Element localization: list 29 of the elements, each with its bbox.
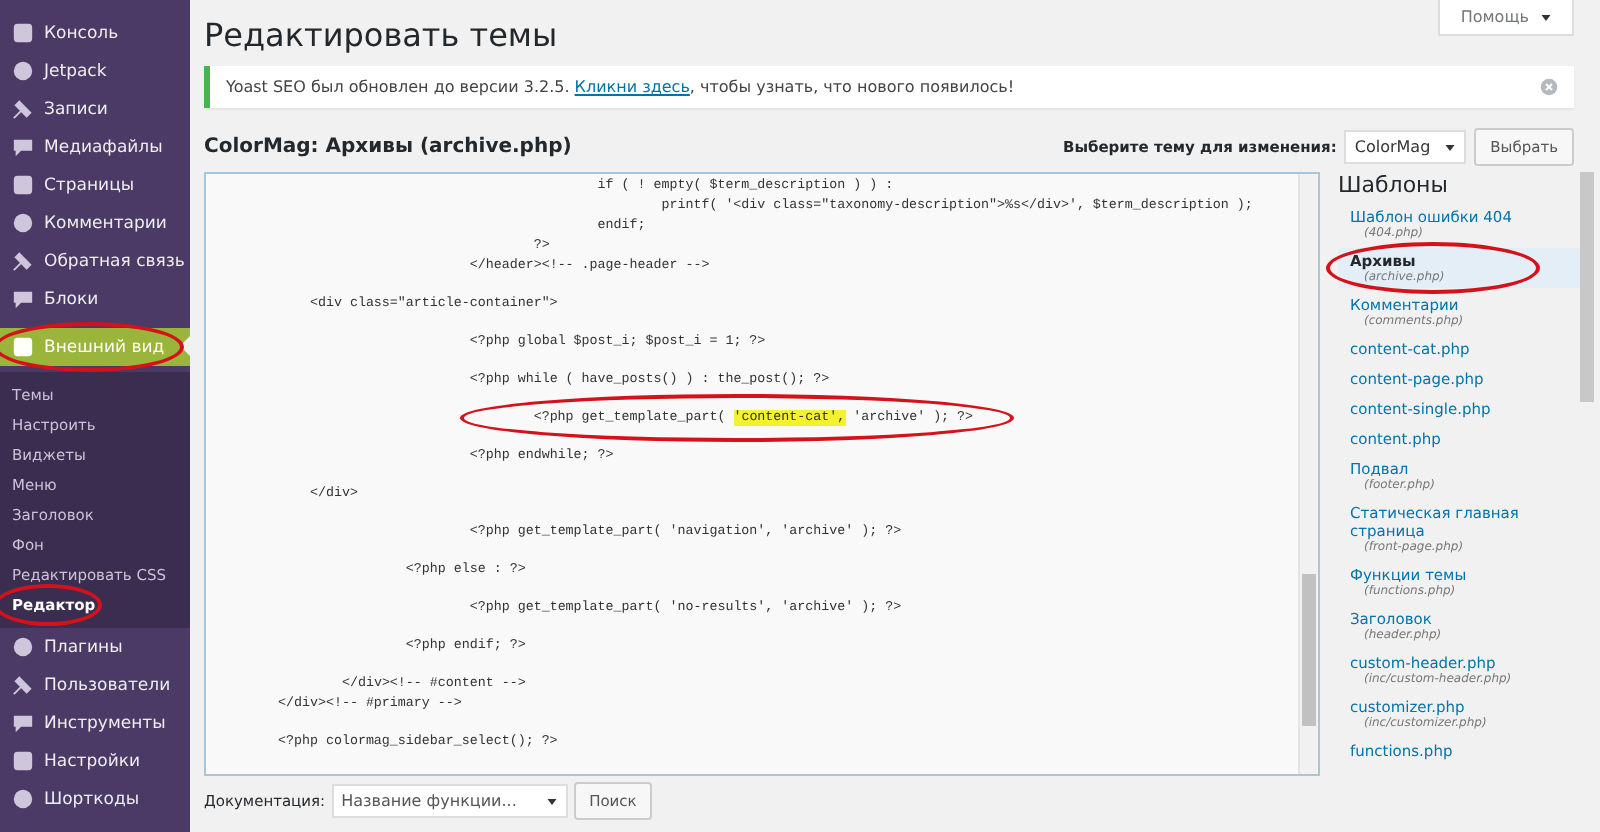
sidebar-item[interactable]: Шорткоды [0,780,190,818]
templates-heading: Шаблоны [1338,172,1450,198]
caret-icon [545,795,558,807]
sidebar-item[interactable]: Консоль [0,14,190,52]
sidebar-item[interactable]: Блоки [0,280,190,318]
pin-icon [12,98,34,120]
notice-link[interactable]: Кликни здесь [574,78,690,96]
sidebar-item[interactable]: Страницы [0,166,190,204]
sidebar-item[interactable]: Медиафайлы [0,128,190,166]
function-select[interactable]: Название функции... [331,784,568,818]
caret-icon [1540,11,1552,24]
sidebar-item[interactable]: Плагины [0,628,190,666]
notice-text: Yoast SEO был обновлен до версии 3.2.5. Кликни здесь, чтобы узнать, что нового появилось! [226,78,1015,96]
theme-select[interactable]: ColorMag [1344,130,1467,164]
sidebar-item[interactable]: Обратная связь [0,242,190,280]
sidebar-item[interactable]: Комментарии [0,204,190,242]
sidebar-item[interactable]: Инструменты [0,704,190,742]
sidebar-item[interactable]: Jetpack [0,52,190,90]
code-editor[interactable] [204,172,1320,776]
close-icon[interactable] [1540,78,1558,96]
caret-icon [1444,141,1457,153]
file-heading: ColorMag: Архивы (archive.php) [204,136,574,158]
sidebar-item[interactable]: Записи [0,90,190,128]
scrollbar[interactable] [1298,174,1318,774]
help-button[interactable]: Помощь [1438,0,1574,36]
sidebar-item[interactable]: Настройки [0,742,190,780]
page-title: Редактировать темы [204,16,558,54]
sidebar-item[interactable]: Пользователи [0,666,190,704]
speech-bubble-icon [12,212,34,234]
